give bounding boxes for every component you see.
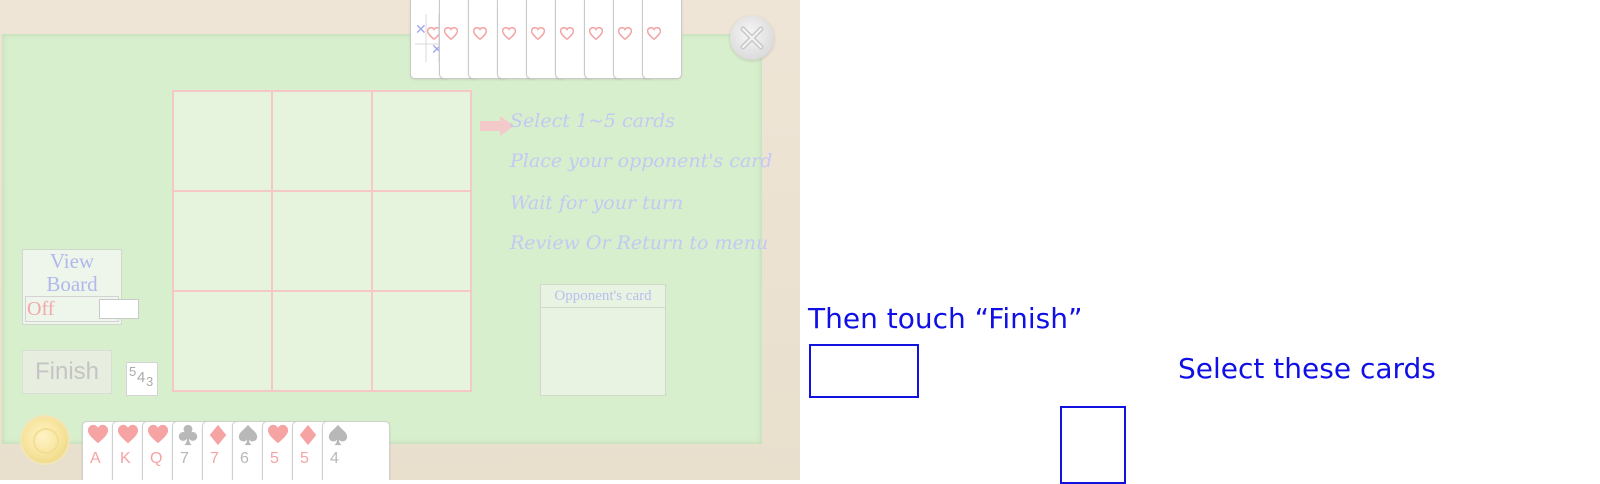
board-cell[interactable]: [372, 92, 470, 190]
close-icon: [740, 26, 764, 50]
board-cell[interactable]: [273, 92, 371, 190]
card-rank: A: [90, 450, 101, 467]
club-icon: [177, 424, 199, 446]
heart-mark-icon: [443, 26, 459, 41]
heart-mark-icon: [646, 26, 662, 41]
view-board-title: View Board: [23, 250, 121, 296]
current-step-arrow-icon: [480, 116, 514, 136]
step-select-cards: Select 1~5 cards: [510, 110, 675, 132]
card-rank: 7: [210, 450, 219, 467]
history-card-grid: [559, 4, 586, 64]
heart-mark-icon: [617, 26, 633, 41]
heart-icon: [117, 424, 139, 446]
opponent-card-slot: Opponent's card: [540, 284, 666, 396]
view-board-panel: View Board Off: [22, 249, 139, 325]
finish-hint-text: Then touch “Finish”: [808, 302, 1083, 335]
history-card-grid: [617, 4, 644, 64]
finish-button[interactable]: Finish: [22, 350, 112, 394]
spade-icon: [237, 424, 259, 446]
step-review: Review Or Return to menu: [510, 232, 769, 254]
spade-icon: [327, 424, 349, 446]
coin-icon: [22, 417, 68, 463]
view-board-title-line2: Board: [46, 272, 98, 296]
heart-icon: [147, 424, 169, 446]
finish-highlight-box: [809, 344, 919, 398]
counter-digit-4: 4: [137, 369, 146, 386]
board-cell[interactable]: [372, 192, 470, 290]
heart-mark-icon: [501, 26, 517, 41]
tic-tac-toe-board: [172, 90, 472, 392]
heart-icon: [267, 424, 289, 446]
history-card-grid: ✕ ✕: [415, 4, 456, 64]
close-button[interactable]: [730, 16, 774, 60]
history-card-grid: [646, 4, 673, 64]
game-area: ✕ ✕ Select 1~5 cards Place your opponent'…: [0, 0, 800, 480]
board-cell[interactable]: [174, 192, 272, 290]
history-card-grid: [472, 4, 499, 64]
card-rank: 4: [330, 450, 339, 467]
heart-mark-icon: [559, 26, 575, 41]
history-card[interactable]: [642, 0, 682, 79]
history-card-grid: [501, 4, 528, 64]
board-cell[interactable]: [372, 292, 470, 390]
hand-card[interactable]: 4: [322, 421, 390, 480]
counter-digit-3: 3: [146, 374, 154, 389]
heart-icon: [87, 424, 109, 446]
heart-mark-icon: [472, 26, 488, 41]
view-board-title-line1: View: [49, 249, 95, 273]
board-cell[interactable]: [273, 192, 371, 290]
card-rank: 5: [270, 450, 279, 467]
board-cell[interactable]: [174, 292, 272, 390]
history-card-grid: [443, 4, 470, 64]
card-rank: 6: [240, 450, 249, 467]
diamond-icon: [297, 424, 319, 446]
heart-mark-icon: [588, 26, 604, 41]
history-card-grid: [530, 4, 557, 64]
heart-mark-icon: [530, 26, 546, 41]
board-cell[interactable]: [174, 92, 272, 190]
step-place-card: Place your opponent's card: [510, 150, 773, 172]
diamond-icon: [207, 424, 229, 446]
view-board-state: Off: [27, 298, 55, 320]
card-rank: K: [120, 450, 131, 467]
opponent-card-label: Opponent's card: [541, 285, 665, 308]
cards-highlight-box: [1060, 406, 1126, 484]
history-card-grid: [588, 4, 615, 64]
counter-digit-5: 5: [129, 364, 137, 379]
card-rank: 7: [180, 450, 189, 467]
card-count-indicator: 5 4 3: [126, 362, 158, 396]
board-cell[interactable]: [273, 292, 371, 390]
card-rank: Q: [150, 450, 163, 467]
card-rank: 5: [300, 450, 309, 467]
select-cards-hint-text: Select these cards: [1178, 352, 1436, 385]
step-wait-turn: Wait for your turn: [510, 192, 684, 214]
view-board-toggle[interactable]: [99, 299, 139, 319]
